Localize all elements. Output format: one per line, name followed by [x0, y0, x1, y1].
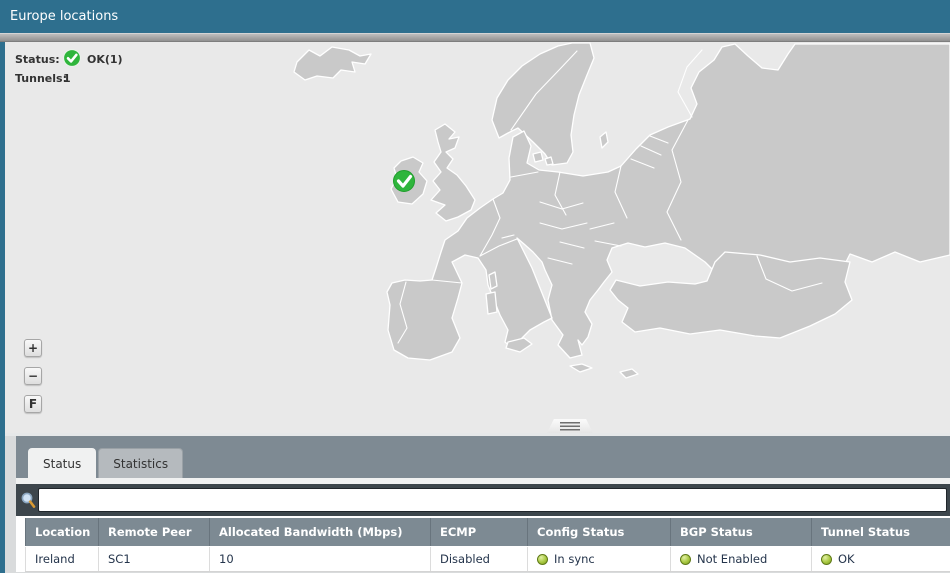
- map-gotland: [600, 132, 608, 148]
- map-sardinia: [486, 292, 497, 314]
- bgp-status-text: Not Enabled: [697, 552, 767, 566]
- page-title: Europe locations: [10, 9, 118, 24]
- cell-config-status: In sync: [528, 547, 671, 572]
- column-header-location[interactable]: Location: [26, 518, 99, 547]
- search-bar: [16, 484, 950, 516]
- map-turkey: [610, 252, 852, 338]
- tab-statistics-label: Statistics: [113, 457, 168, 471]
- status-row: Status: OK(1): [15, 50, 123, 69]
- map-crete: [570, 364, 592, 372]
- tab-status[interactable]: Status: [28, 448, 96, 478]
- status-label: Status:: [15, 52, 61, 67]
- column-header-ecmp[interactable]: ECMP: [431, 518, 528, 547]
- cell-tunnel-status: OK: [812, 547, 950, 572]
- header-divider: [0, 33, 950, 42]
- europe-map-graphic: [5, 42, 950, 433]
- window-title-bar: Europe locations: [0, 0, 950, 33]
- column-header-tunnel-status[interactable]: Tunnel Status: [812, 518, 950, 547]
- search-input[interactable]: [38, 488, 947, 512]
- europe-map-area[interactable]: Status: OK(1) Tunnels: 1 + − F: [5, 42, 950, 433]
- tab-status-label: Status: [43, 457, 81, 471]
- splitter-grip-icon: [560, 422, 580, 431]
- cell-ecmp: Disabled: [431, 547, 528, 572]
- tunnels-value: 1: [63, 71, 71, 86]
- map-scandinavia: [492, 43, 594, 165]
- app-window: Europe locations: [0, 0, 950, 573]
- table-row-ireland[interactable]: Ireland SC1 10 Disabled In sync Not Enab…: [26, 547, 950, 572]
- search-icon: [20, 492, 36, 509]
- cell-remote-peer: SC1: [99, 547, 210, 572]
- tunnel-status-text: OK: [838, 552, 855, 566]
- status-ok-icon: [63, 49, 81, 71]
- status-table-wrap: Location Remote Peer Allocated Bandwidth…: [16, 518, 950, 572]
- green-status-dot-icon: [680, 554, 691, 565]
- cell-location: Ireland: [26, 547, 99, 572]
- map-great-britain: [431, 124, 475, 221]
- green-status-dot-icon: [537, 554, 548, 565]
- status-value: OK(1): [87, 52, 123, 67]
- column-header-allocated-bandwidth[interactable]: Allocated Bandwidth (Mbps): [210, 518, 431, 547]
- left-accent-border: [0, 42, 5, 573]
- tunnels-row: Tunnels: 1: [15, 69, 123, 88]
- location-marker-ireland[interactable]: [394, 171, 415, 192]
- cell-bgp-status: Not Enabled: [671, 547, 812, 572]
- config-status-text: In sync: [554, 552, 595, 566]
- map-cyprus: [620, 369, 638, 378]
- zoom-in-button[interactable]: +: [24, 339, 42, 357]
- green-status-dot-icon: [821, 554, 832, 565]
- map-corsica: [489, 272, 497, 289]
- column-header-remote-peer[interactable]: Remote Peer: [99, 518, 210, 547]
- fit-view-button[interactable]: F: [24, 395, 42, 413]
- cell-allocated-bandwidth: 10: [210, 547, 431, 572]
- map-zoom-controls: + − F: [24, 339, 42, 423]
- tab-strip: Status Statistics: [16, 436, 950, 478]
- bottom-panel: Status Statistics: [5, 433, 950, 573]
- map-iceland: [294, 47, 371, 80]
- column-header-config-status[interactable]: Config Status: [528, 518, 671, 547]
- table-header-row: Location Remote Peer Allocated Bandwidth…: [26, 518, 950, 547]
- tab-statistics[interactable]: Statistics: [98, 448, 183, 478]
- tunnels-label: Tunnels:: [15, 71, 61, 86]
- map-status-overlay: Status: OK(1) Tunnels: 1: [15, 50, 123, 88]
- zoom-out-button[interactable]: −: [24, 367, 42, 385]
- status-table: Location Remote Peer Allocated Bandwidth…: [25, 518, 950, 572]
- map-panel-splitter[interactable]: [547, 419, 593, 433]
- column-header-bgp-status[interactable]: BGP Status: [671, 518, 812, 547]
